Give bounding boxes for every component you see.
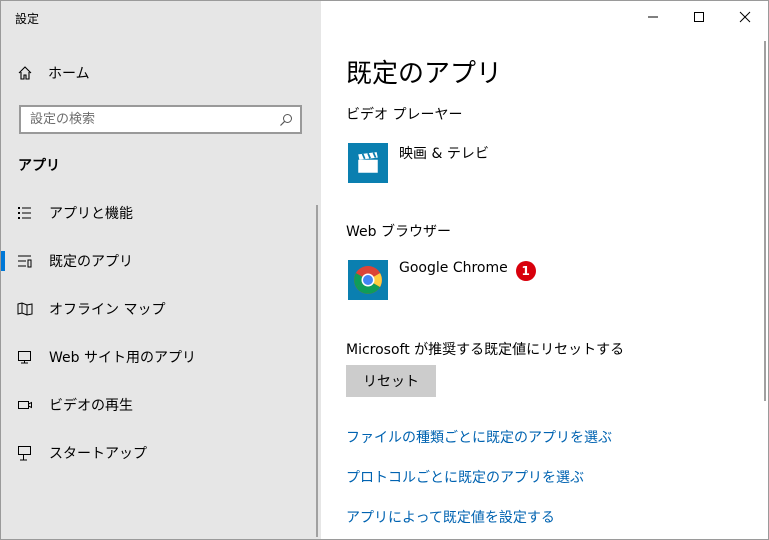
reset-button[interactable]: リセット: [346, 365, 436, 397]
minimize-button[interactable]: [630, 1, 676, 33]
sidebar-item-label: Web サイト用のアプリ: [49, 350, 196, 366]
sidebar-item-label: オフライン マップ: [49, 302, 166, 318]
sidebar-nav: アプリと機能 既定のアプリ オフライン マップ Web サイト用のアプリ ビデオ…: [1, 189, 317, 477]
sidebar-item-default-apps[interactable]: 既定のアプリ: [1, 237, 317, 285]
minimize-icon: [645, 9, 661, 25]
sidebar-item-video-playback[interactable]: ビデオの再生: [1, 381, 317, 429]
main-scrollbar[interactable]: [764, 41, 766, 401]
sidebar-item-startup[interactable]: スタートアップ: [1, 429, 317, 477]
maximize-icon: [691, 9, 707, 25]
sidebar-item-label: ビデオの再生: [49, 398, 133, 414]
main-content: 既定のアプリ ビデオ プレーヤー 映画 & テレビ Web ブラウザー Goog…: [321, 1, 768, 539]
web-browser-app-name: Google Chrome: [399, 260, 508, 276]
link-set-defaults-by-app[interactable]: アプリによって既定値を設定する: [346, 507, 555, 527]
sidebar-scrollbar[interactable]: [316, 205, 318, 537]
sidebar-item-label: アプリと機能: [49, 206, 133, 222]
video-player-heading: ビデオ プレーヤー: [346, 107, 463, 123]
home-icon: [17, 65, 33, 81]
apps-features-icon: [17, 205, 33, 221]
section-title: アプリ: [18, 158, 60, 174]
video-player-app-button[interactable]: 映画 & テレビ: [348, 143, 489, 183]
web-browser-heading: Web ブラウザー: [346, 224, 451, 240]
link-choose-by-protocol[interactable]: プロトコルごとに既定のアプリを選ぶ: [346, 467, 584, 487]
apps-for-websites-icon: [17, 349, 33, 365]
sidebar-item-apps-for-websites[interactable]: Web サイト用のアプリ: [1, 333, 317, 381]
search-box[interactable]: [19, 105, 302, 134]
close-button[interactable]: [722, 1, 768, 33]
sidebar-item-offline-maps[interactable]: オフライン マップ: [1, 285, 317, 333]
home-nav-item[interactable]: ホーム: [17, 61, 297, 85]
callout-badge: 1: [515, 261, 536, 281]
sidebar: 設定 ホーム アプリ アプリと機能: [1, 1, 321, 539]
search-icon[interactable]: [275, 109, 297, 131]
sidebar-item-label: 既定のアプリ: [49, 254, 133, 270]
link-choose-by-file-type[interactable]: ファイルの種類ごとに既定のアプリを選ぶ: [346, 427, 612, 447]
close-icon: [737, 9, 753, 25]
sidebar-item-label: スタートアップ: [49, 446, 147, 462]
web-browser-app-button[interactable]: Google Chrome 1: [348, 260, 536, 300]
page-title: 既定のアプリ: [346, 59, 503, 89]
settings-window: 設定 ホーム アプリ アプリと機能: [0, 0, 769, 540]
video-playback-icon: [17, 397, 33, 413]
movies-tv-icon: [348, 143, 388, 183]
sidebar-item-apps-features[interactable]: アプリと機能: [1, 189, 317, 237]
home-label: ホーム: [48, 66, 90, 82]
video-player-app-name: 映画 & テレビ: [399, 146, 489, 162]
window-title: 設定: [15, 12, 40, 26]
reset-description: Microsoft が推奨する既定値にリセットする: [346, 342, 625, 358]
startup-icon: [17, 445, 33, 461]
default-apps-icon: [17, 253, 33, 269]
offline-maps-icon: [17, 301, 33, 317]
search-input[interactable]: [21, 107, 275, 132]
maximize-button[interactable]: [676, 1, 722, 33]
chrome-icon: [348, 260, 388, 300]
